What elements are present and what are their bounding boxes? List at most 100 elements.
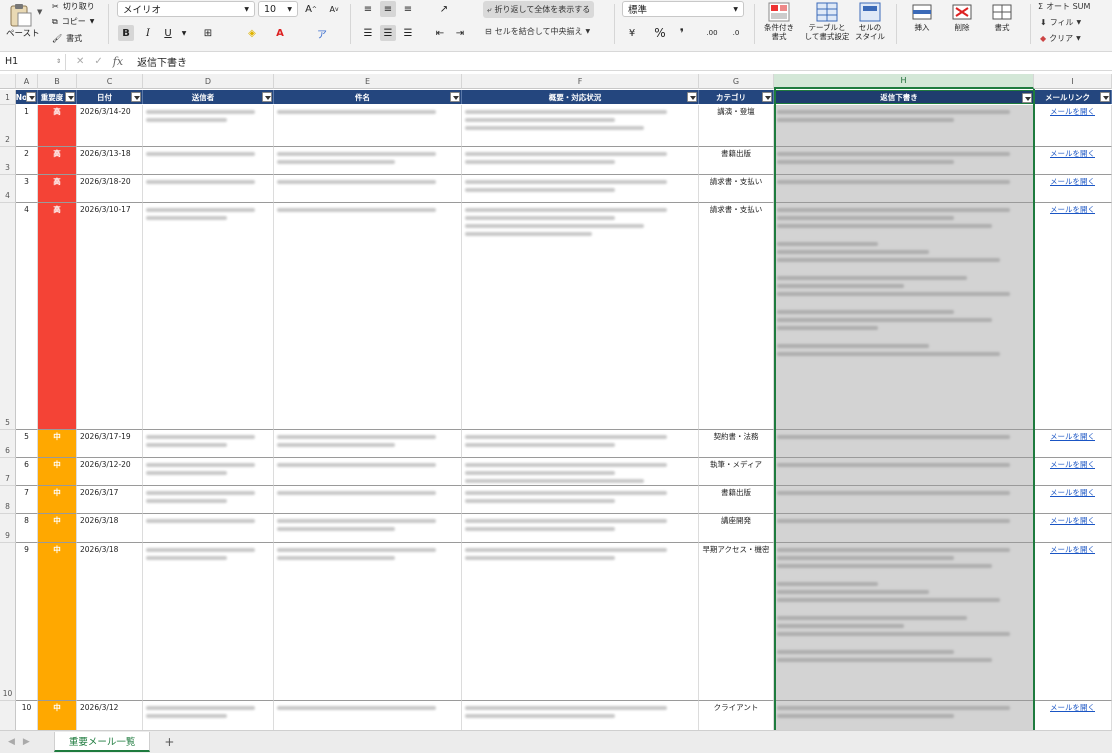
- priority-badge[interactable]: 中: [38, 543, 77, 701]
- row-header[interactable]: 8: [0, 486, 16, 514]
- filter-dropdown-icon[interactable]: [450, 92, 460, 102]
- filter-dropdown-icon[interactable]: [762, 92, 772, 102]
- fill-button[interactable]: ⬇ フィル ▼: [1040, 17, 1081, 28]
- table-format-button[interactable]: テーブルと して書式設定: [803, 2, 851, 41]
- table-cell-date[interactable]: 2026/3/12-20: [77, 458, 143, 486]
- table-cell-no[interactable]: 4: [16, 203, 38, 430]
- column-header-f[interactable]: F: [462, 74, 699, 89]
- fill-color-icon[interactable]: ◈: [244, 25, 260, 41]
- column-header-g[interactable]: G: [699, 74, 774, 89]
- table-cell-sender[interactable]: [143, 543, 274, 701]
- header-cell-no[interactable]: No: [16, 90, 38, 104]
- table-cell-reply-draft[interactable]: [774, 203, 1034, 430]
- chevron-down-icon[interactable]: ▼: [176, 25, 192, 41]
- paste-dropdown-icon[interactable]: ▼: [37, 8, 42, 16]
- cell-style-button[interactable]: セルの スタイル: [852, 2, 888, 41]
- insert-button[interactable]: 挿入: [904, 2, 940, 32]
- table-cell-date[interactable]: 2026/3/18: [77, 514, 143, 543]
- table-cell-sender[interactable]: [143, 147, 274, 175]
- row-header[interactable]: 4: [0, 175, 16, 203]
- table-cell-reply-draft[interactable]: [774, 514, 1034, 543]
- table-cell-no[interactable]: 3: [16, 175, 38, 203]
- table-cell-no[interactable]: 9: [16, 543, 38, 701]
- bold-button[interactable]: B: [118, 25, 134, 41]
- table-cell-date[interactable]: 2026/3/13-18: [77, 147, 143, 175]
- row-header[interactable]: 3: [0, 147, 16, 175]
- table-cell-sender[interactable]: [143, 458, 274, 486]
- table-cell-summary[interactable]: [462, 514, 699, 543]
- table-cell-sender[interactable]: [143, 486, 274, 514]
- filter-dropdown-icon[interactable]: [1100, 92, 1110, 102]
- table-cell-date[interactable]: 2026/3/18: [77, 543, 143, 701]
- column-header-b[interactable]: B: [38, 74, 77, 89]
- table-cell-date[interactable]: 2026/3/14-20: [77, 105, 143, 147]
- open-mail-link[interactable]: メールを開く: [1034, 486, 1112, 514]
- table-cell-sender[interactable]: [143, 701, 274, 730]
- number-format-select[interactable]: 標準 ▼: [622, 1, 744, 17]
- open-mail-link[interactable]: メールを開く: [1034, 147, 1112, 175]
- table-cell-category[interactable]: 講演・登壇: [699, 105, 774, 147]
- italic-button[interactable]: I: [140, 25, 156, 41]
- filter-dropdown-icon[interactable]: [131, 92, 141, 102]
- column-header-a[interactable]: A: [16, 74, 38, 89]
- table-cell-no[interactable]: 6: [16, 458, 38, 486]
- cancel-icon[interactable]: ✕: [76, 56, 84, 67]
- column-header-c[interactable]: C: [77, 74, 143, 89]
- paste-icon[interactable]: [8, 2, 34, 28]
- table-cell-summary[interactable]: [462, 175, 699, 203]
- font-size-select[interactable]: 10 ▼: [258, 1, 298, 17]
- priority-badge[interactable]: 高: [38, 105, 77, 147]
- table-cell-summary[interactable]: [462, 430, 699, 458]
- row-header[interactable]: 7: [0, 458, 16, 486]
- phonetic-icon[interactable]: ア: [314, 25, 330, 41]
- open-mail-link[interactable]: メールを開く: [1034, 514, 1112, 543]
- table-cell-category[interactable]: 早期アクセス・機密: [699, 543, 774, 701]
- table-cell-subject[interactable]: [274, 147, 462, 175]
- format-button[interactable]: 書式: [984, 2, 1020, 32]
- table-cell-subject[interactable]: [274, 458, 462, 486]
- row-header[interactable]: 5: [0, 203, 16, 430]
- tab-sheet[interactable]: 重要メール一覧: [53, 732, 151, 752]
- table-cell-category[interactable]: 執筆・メディア: [699, 458, 774, 486]
- table-cell-no[interactable]: 5: [16, 430, 38, 458]
- header-cell-date[interactable]: 日付: [77, 90, 143, 104]
- table-cell-reply-draft[interactable]: [774, 147, 1034, 175]
- table-cell-subject[interactable]: [274, 203, 462, 430]
- copy-button[interactable]: ⧉ コピー ▼: [52, 16, 94, 27]
- paste-button[interactable]: ペースト: [6, 27, 40, 39]
- column-header-h[interactable]: H: [774, 74, 1034, 89]
- table-cell-category[interactable]: 請求書・支払い: [699, 175, 774, 203]
- align-bottom-icon[interactable]: ≡: [400, 1, 416, 17]
- priority-badge[interactable]: 中: [38, 486, 77, 514]
- table-cell-no[interactable]: 10: [16, 701, 38, 730]
- table-cell-category[interactable]: 書籍出版: [699, 147, 774, 175]
- table-cell-reply-draft[interactable]: [774, 458, 1034, 486]
- add-sheet-button[interactable]: +: [164, 735, 174, 749]
- row-header[interactable]: 1: [0, 90, 16, 105]
- table-cell-sender[interactable]: [143, 514, 274, 543]
- tab-prev-icon[interactable]: ◀: [8, 737, 15, 747]
- priority-badge[interactable]: 中: [38, 701, 77, 730]
- align-middle-icon[interactable]: ≡: [380, 1, 396, 17]
- delete-button[interactable]: 削除: [944, 2, 980, 32]
- conditional-format-button[interactable]: 条件付き 書式: [760, 2, 798, 41]
- align-left-icon[interactable]: ☰: [360, 25, 376, 41]
- table-cell-no[interactable]: 1: [16, 105, 38, 147]
- table-cell-summary[interactable]: [462, 105, 699, 147]
- increase-decimal-icon[interactable]: .00: [704, 25, 720, 41]
- table-cell-summary[interactable]: [462, 203, 699, 430]
- align-top-icon[interactable]: ≡: [360, 1, 376, 17]
- name-box[interactable]: H1 ⇕: [0, 53, 66, 70]
- filter-dropdown-icon[interactable]: [26, 92, 36, 102]
- clear-button[interactable]: ◆ クリア ▼: [1040, 33, 1081, 44]
- comma-button[interactable]: ❜: [674, 25, 690, 41]
- header-cell-category[interactable]: カテゴリ: [699, 90, 774, 104]
- table-cell-subject[interactable]: [274, 514, 462, 543]
- table-cell-subject[interactable]: [274, 430, 462, 458]
- priority-badge[interactable]: 高: [38, 147, 77, 175]
- header-cell-sender[interactable]: 送信者: [143, 90, 274, 104]
- decrease-decimal-icon[interactable]: .0: [728, 25, 744, 41]
- table-cell-sender[interactable]: [143, 430, 274, 458]
- open-mail-link[interactable]: メールを開く: [1034, 701, 1112, 730]
- table-cell-sender[interactable]: [143, 203, 274, 430]
